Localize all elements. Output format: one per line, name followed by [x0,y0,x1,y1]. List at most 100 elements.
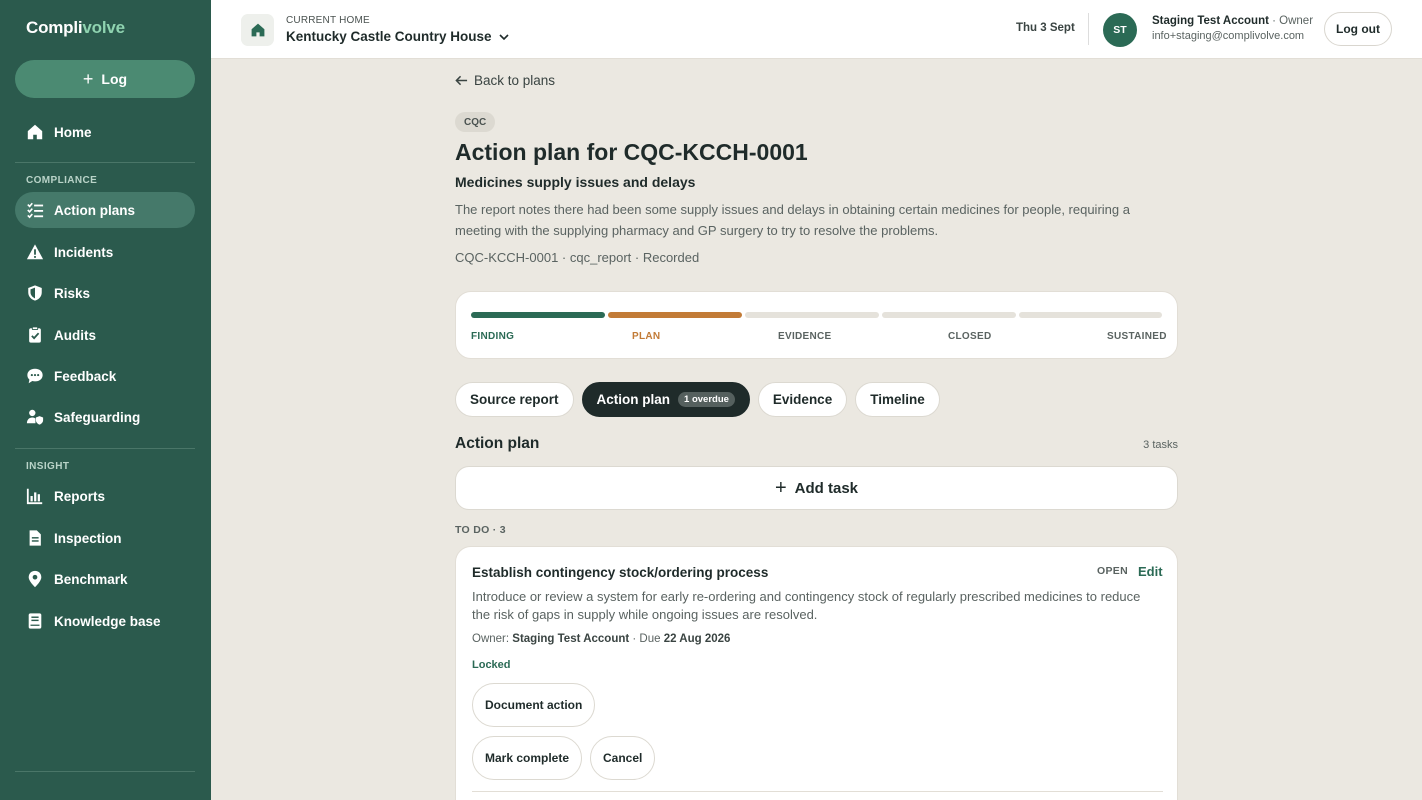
stage-label-plan: PLAN [632,331,661,342]
finding-description: The report notes there had been some sup… [455,202,1130,238]
account-role: · Owner [1272,15,1314,27]
log-button-label: Log [101,71,128,87]
bar-chart-icon [26,488,43,505]
sidebar-item-home[interactable]: Home [15,114,195,150]
sidebar-item-label: Risks [54,285,91,301]
stage-label-sustained: SUSTAINED [1107,331,1167,342]
task-card: Establish contingency stock/ordering pro… [455,546,1178,800]
stage-bar-plan [608,312,742,318]
sidebar-item-feedback[interactable]: Feedback [15,358,195,394]
plus-icon: + [774,477,787,499]
tab-label: Evidence [772,392,833,407]
status-badge: OPEN [1097,565,1128,577]
sidebar-item-label: Knowledge base [54,613,161,629]
app-logo[interactable]: Complivolve [26,18,125,38]
task-count: 3 tasks [1143,439,1178,451]
back-link-label: Back to plans [474,73,556,88]
current-home-button[interactable] [241,14,274,46]
account-name: Staging Test Account [1152,15,1269,27]
sidebar-item-safeguarding[interactable]: Safeguarding [15,399,195,435]
stage-label-closed: CLOSED [948,331,992,342]
tab-source-report[interactable]: Source report [455,382,574,417]
log-button[interactable]: + Log [15,60,195,98]
sidebar-item-risks[interactable]: Risks [15,275,195,311]
chevron-down-icon [498,33,509,40]
sidebar-item-audits[interactable]: Audits [15,317,195,353]
map-pin-icon [28,570,42,588]
tab-evidence[interactable]: Evidence [757,382,848,417]
topbar: CURRENT HOME Kentucky Castle Country Hou… [211,0,1422,59]
sidebar-item-label: Benchmark [54,571,128,587]
clipboard-check-icon [29,326,41,343]
source-tag: CQC [455,112,496,132]
overdue-badge: 1 overdue [678,392,735,407]
task-due-date: 22 Aug 2026 [663,633,731,645]
task-description: Introduce or review a system for early r… [472,589,1141,622]
current-home-label: CURRENT HOME [286,15,370,26]
stage-label-evidence: EVIDENCE [778,331,832,342]
account-email: info+staging@complivolve.com [1152,30,1305,42]
sidebar-item-label: Incidents [54,244,114,260]
stage-label-finding: FINDING [471,331,515,342]
sidebar-item-reports[interactable]: Reports [15,478,195,514]
document-icon [29,530,41,546]
stage-bar-sustained [1019,312,1162,318]
document-action-button[interactable]: Document action [472,683,596,727]
stage-progress: FINDING PLAN EVIDENCE CLOSED SUSTAINED [455,291,1178,359]
tab-timeline[interactable]: Timeline [855,382,940,417]
home-icon [27,124,43,140]
mark-complete-button[interactable]: Mark complete [472,736,583,780]
sidebar-item-action-plans[interactable]: Action plans [15,192,195,228]
logout-button[interactable]: Log out [1324,12,1392,46]
sidebar-divider [15,162,195,163]
cancel-button[interactable]: Cancel [590,736,656,780]
sidebar-item-label: Action plans [54,202,136,218]
warning-icon [26,244,44,260]
stage-bar-closed [882,312,1016,318]
stage-bar-finding [471,312,605,318]
task-meta: Owner: Staging Test Account · Due 22 Aug… [472,633,730,645]
user-shield-icon [26,409,44,425]
home-icon [251,23,264,37]
tab-action-plan[interactable]: Action plan 1 overdue [581,382,750,417]
sidebar-item-label: Safeguarding [54,409,141,425]
tab-bar: Source report Action plan 1 overdue Evid… [455,382,940,417]
book-icon [28,613,42,629]
page-subtitle: Medicines supply issues and delays [455,174,696,190]
sidebar-item-label: Reports [54,488,106,504]
add-task-label: Add task [794,479,859,497]
avatar[interactable]: ST [1103,13,1137,47]
stage-bar-evidence [745,312,879,318]
sidebar-item-inspection[interactable]: Inspection [15,520,195,556]
arrow-left-icon [455,75,468,86]
section-title: Action plan [455,435,540,452]
sidebar-divider [15,448,195,449]
topbar-divider [1088,13,1089,45]
logo-text-accent: volve [82,18,125,37]
sidebar-item-benchmark[interactable]: Benchmark [15,561,195,597]
current-home-name: Kentucky Castle Country House [286,29,492,44]
section-label-insight: INSIGHT [26,461,70,472]
shield-icon [28,285,42,301]
home-selector[interactable]: Kentucky Castle Country House [286,29,510,44]
page-title: Action plan for CQC-KCCH-0001 [455,139,808,165]
task-owner: Staging Test Account [512,633,630,645]
group-label-todo: TO DO · 3 [455,524,506,536]
owner-label: Owner: [472,633,510,645]
locked-status: Locked [472,659,511,671]
sidebar-item-label: Audits [54,327,96,343]
sidebar-item-label: Inspection [54,530,122,546]
tab-label: Source report [470,392,559,407]
sidebar: Complivolve + Log Home COMPLIANCE Action… [0,0,211,800]
card-divider [472,791,1163,792]
logo-text-primary: Compli [26,18,83,37]
add-task-button[interactable]: + Add task [455,466,1178,510]
edit-task-button[interactable]: Edit [1138,564,1163,579]
sidebar-item-knowledge-base[interactable]: Knowledge base [15,603,195,639]
sidebar-item-label: Feedback [54,368,117,384]
back-to-plans-link[interactable]: Back to plans [455,73,555,88]
finding-meta: CQC-KCCH-0001 · cqc_report · Recorded [455,250,700,265]
checklist-icon [27,202,44,219]
current-date: Thu 3 Sept [1016,22,1075,34]
sidebar-item-incidents[interactable]: Incidents [15,234,195,270]
